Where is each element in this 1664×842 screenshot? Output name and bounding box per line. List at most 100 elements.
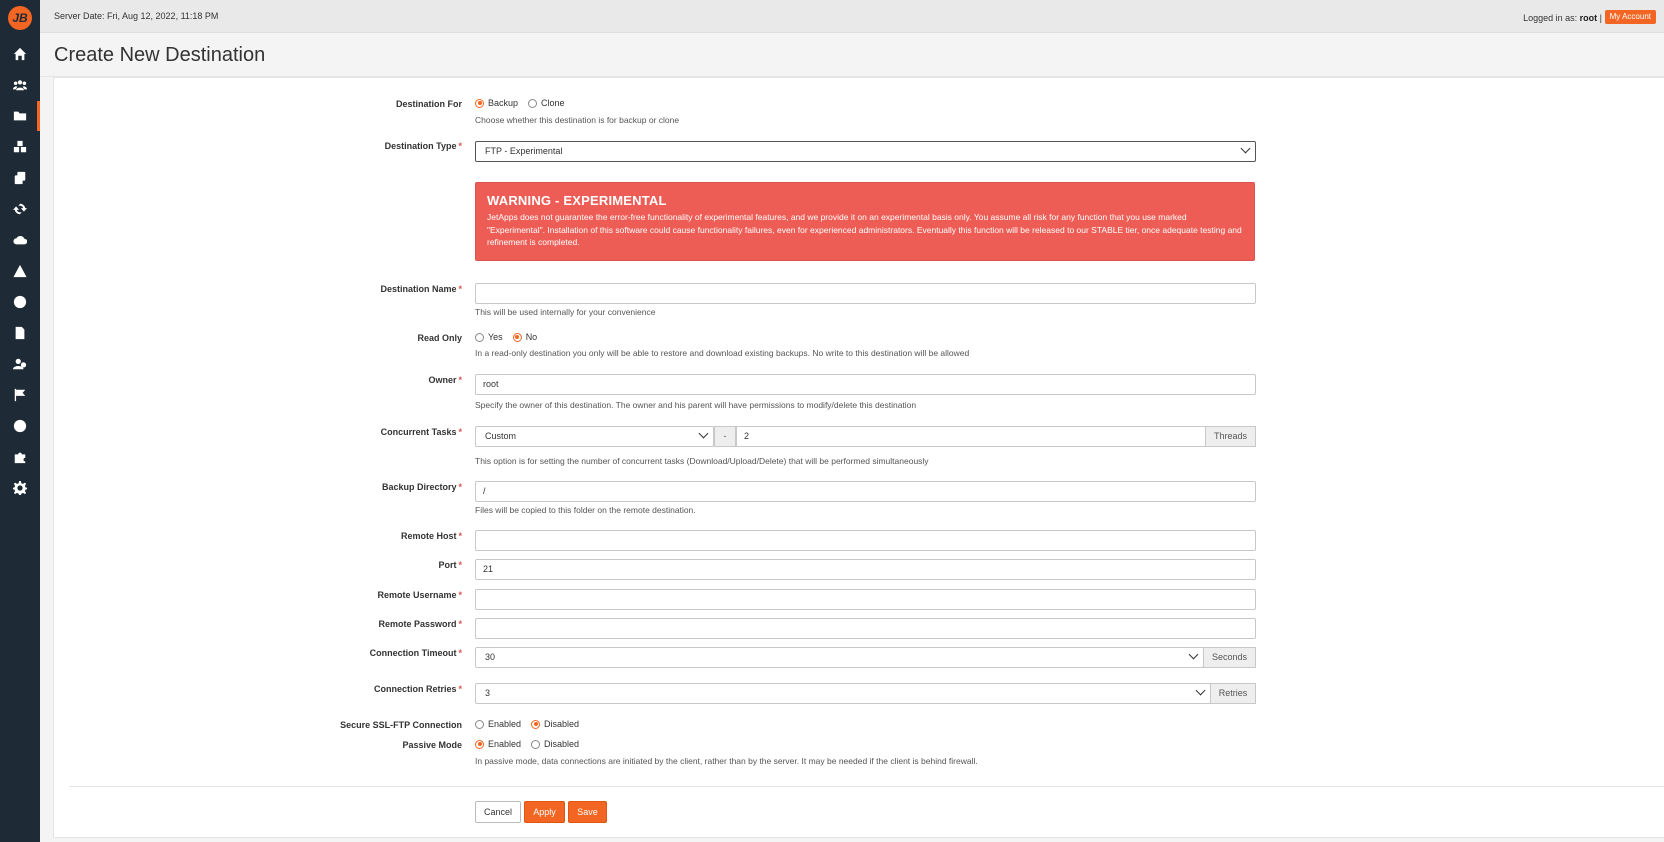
- home-icon: [13, 47, 27, 61]
- cubes-icon: [13, 140, 27, 153]
- sidebar-item-plugins[interactable]: [0, 442, 40, 472]
- concurrent-tasks-input[interactable]: 2: [736, 426, 1206, 447]
- owner-help: Specify the owner of this destination. T…: [475, 400, 917, 410]
- remote-host-label: Remote Host *: [400, 531, 462, 541]
- destination-for-clone-radio[interactable]: Clone: [528, 98, 565, 108]
- read-only-yes-radio[interactable]: Yes: [475, 332, 503, 342]
- concurrent-tasks-mode-value: Custom: [485, 431, 517, 441]
- destination-type-select[interactable]: FTP - Experimental: [475, 141, 1256, 162]
- gear-icon: [13, 481, 27, 495]
- remote-host-input[interactable]: [475, 530, 1256, 551]
- connection-timeout-value: 30: [485, 652, 496, 662]
- sidebar-item-home[interactable]: [0, 39, 40, 69]
- cloud-download-icon: [13, 235, 27, 245]
- connection-timeout-unit: Seconds: [1203, 647, 1256, 668]
- owner-input[interactable]: root: [475, 374, 1256, 395]
- sidebar-item-downloads[interactable]: [0, 225, 40, 255]
- sidebar-item-jobs[interactable]: [0, 132, 40, 162]
- chevron-down-icon: [698, 428, 709, 439]
- destination-for-backup-radio[interactable]: Backup: [475, 98, 518, 108]
- chevron-down-icon: [1188, 649, 1199, 660]
- connection-timeout-label: Connection Timeout *: [369, 648, 462, 658]
- sidebar-item-alerts[interactable]: [0, 256, 40, 286]
- destination-for-help: Choose whether this destination is for b…: [475, 115, 680, 125]
- connection-retries-unit: Retries: [1210, 683, 1256, 704]
- sidebar-item-restore[interactable]: [0, 194, 40, 224]
- logged-in-username: root: [1579, 13, 1598, 23]
- backup-directory-label: Backup Directory *: [381, 482, 462, 492]
- concurrent-tasks-dash: -: [714, 426, 736, 447]
- radio-label-backup: Backup: [488, 98, 519, 108]
- radio-circle[interactable]: [475, 98, 484, 108]
- my-account-button[interactable]: My Account: [1604, 10, 1656, 24]
- sidebar-item-queue[interactable]: [0, 380, 40, 410]
- concurrent-tasks-help: This option is for setting the number of…: [475, 456, 929, 466]
- page-title: Create New Destination: [54, 44, 266, 66]
- radio-label-disabled: Disabled: [544, 739, 580, 749]
- remote-username-input[interactable]: [475, 589, 1256, 610]
- port-label: Port *: [438, 560, 462, 570]
- sidebar-item-logs[interactable]: [0, 318, 40, 348]
- connection-timeout-select[interactable]: 30: [475, 647, 1204, 668]
- apply-button[interactable]: Apply: [524, 801, 565, 823]
- logo-glyph: JB: [12, 11, 28, 25]
- sidebar-item-settings[interactable]: [0, 473, 40, 503]
- globe-icon: [13, 419, 27, 433]
- radio-circle[interactable]: [475, 332, 484, 342]
- radio-circle[interactable]: [531, 739, 541, 749]
- radio-circle[interactable]: [531, 719, 541, 729]
- concurrent-tasks-label: Concurrent Tasks *: [380, 427, 462, 437]
- radio-circle[interactable]: [475, 719, 484, 729]
- radio-circle[interactable]: [512, 332, 522, 342]
- save-button[interactable]: Save: [568, 801, 607, 823]
- sidebar-item-repository[interactable]: [0, 411, 40, 441]
- radio-label-clone: Clone: [541, 98, 565, 108]
- warning-title: WARNING - EXPERIMENTAL: [487, 193, 667, 208]
- sidebar-item-permissions[interactable]: [0, 349, 40, 379]
- sidebar-item-schedules[interactable]: [0, 287, 40, 317]
- cancel-button[interactable]: Cancel: [475, 801, 521, 823]
- remote-password-input[interactable]: [475, 618, 1256, 639]
- file-icon: [15, 326, 25, 340]
- copy-icon: [14, 171, 26, 185]
- chevron-down-icon: [1195, 685, 1206, 696]
- experimental-warning-alert: WARNING - EXPERIMENTAL JetApps does not …: [475, 182, 1255, 261]
- server-date: Server Date: Fri, Aug 12, 2022, 11:18 PM: [54, 11, 219, 21]
- connection-retries-select[interactable]: 3: [475, 683, 1211, 704]
- remote-username-label: Remote Username *: [377, 590, 462, 600]
- backup-directory-help: Files will be copied to this folder on t…: [475, 505, 696, 515]
- concurrent-tasks-mode-select[interactable]: Custom: [475, 426, 714, 447]
- backup-directory-input[interactable]: /: [475, 481, 1256, 502]
- radio-label-no: No: [525, 332, 538, 342]
- passive-mode-enabled-radio[interactable]: Enabled: [475, 739, 521, 749]
- secure-ssl-label: Secure SSL-FTP Connection: [340, 720, 462, 730]
- radio-label-disabled: Disabled: [544, 719, 580, 729]
- connection-retries-value: 3: [485, 688, 491, 698]
- passive-mode-radio-group: Enabled Disabled: [475, 739, 589, 749]
- secure-ssl-enabled-radio[interactable]: Enabled: [475, 719, 521, 729]
- clock-icon: [13, 295, 27, 309]
- read-only-help: In a read-only destination you only will…: [475, 348, 970, 358]
- logged-in-info: Logged in as: root |: [1523, 13, 1602, 23]
- owner-label: Owner *: [428, 375, 462, 385]
- concurrent-tasks-unit: Threads: [1205, 426, 1256, 447]
- sidebar-item-accounts[interactable]: [0, 70, 40, 100]
- footer-divider: [69, 786, 1664, 787]
- jetbackup-logo-icon[interactable]: JB: [8, 6, 32, 30]
- radio-label-yes: Yes: [488, 332, 503, 342]
- users-icon: [13, 80, 27, 91]
- secure-ssl-disabled-radio[interactable]: Disabled: [531, 719, 579, 729]
- remote-password-label: Remote Password *: [378, 619, 462, 629]
- destination-for-label: Destination For: [395, 99, 462, 109]
- sidebar: JB: [0, 0, 40, 842]
- passive-mode-disabled-radio[interactable]: Disabled: [531, 739, 579, 749]
- port-input[interactable]: 21: [475, 559, 1256, 580]
- radio-label-enabled: Enabled: [488, 739, 522, 749]
- destination-name-help: This will be used internally for your co…: [475, 307, 656, 317]
- radio-circle[interactable]: [528, 98, 538, 108]
- read-only-no-radio[interactable]: No: [512, 332, 538, 342]
- destination-name-input[interactable]: [475, 283, 1256, 304]
- sidebar-item-destinations[interactable]: [0, 101, 40, 131]
- sidebar-item-snapshots[interactable]: [0, 163, 40, 193]
- radio-circle[interactable]: [475, 739, 484, 749]
